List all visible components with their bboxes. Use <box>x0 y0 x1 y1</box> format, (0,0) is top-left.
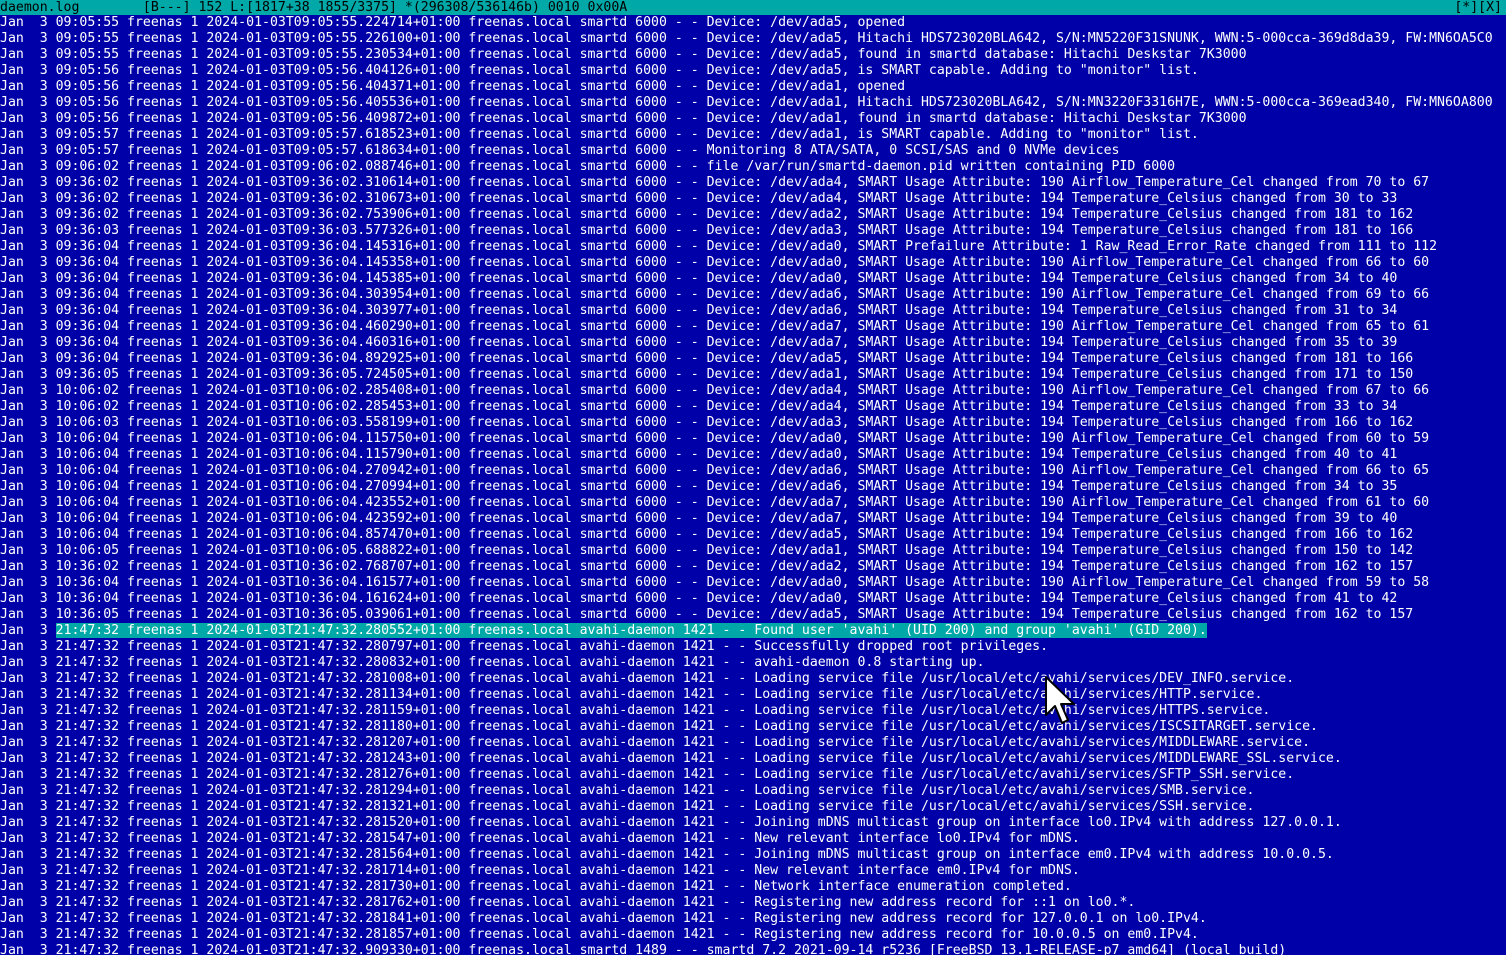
log-line[interactable]: Jan 3 10:36:05 freenas 1 2024-01-03T10:3… <box>0 607 1506 623</box>
log-line[interactable]: Jan 3 09:36:04 freenas 1 2024-01-03T09:3… <box>0 255 1506 271</box>
editor-status-bar: daemon.log [B---] 152 L:[1817+38 1855/33… <box>0 0 1506 15</box>
log-line[interactable]: Jan 3 09:06:02 freenas 1 2024-01-03T09:0… <box>0 159 1506 175</box>
log-line[interactable]: Jan 3 21:47:32 freenas 1 2024-01-03T21:4… <box>0 831 1506 847</box>
log-line[interactable]: Jan 3 09:36:02 freenas 1 2024-01-03T09:3… <box>0 175 1506 191</box>
selection-highlight: 21:47:32 freenas 1 2024-01-03T21:47:32.2… <box>55 623 1207 638</box>
log-line[interactable]: Jan 3 09:36:04 freenas 1 2024-01-03T09:3… <box>0 335 1506 351</box>
log-line[interactable]: Jan 3 10:36:02 freenas 1 2024-01-03T10:3… <box>0 559 1506 575</box>
log-line[interactable]: Jan 3 09:05:57 freenas 1 2024-01-03T09:0… <box>0 127 1506 143</box>
log-line[interactable]: Jan 3 10:06:02 freenas 1 2024-01-03T10:0… <box>0 383 1506 399</box>
log-line[interactable]: Jan 3 09:05:55 freenas 1 2024-01-03T09:0… <box>0 31 1506 47</box>
log-line[interactable]: Jan 3 21:47:32 freenas 1 2024-01-03T21:4… <box>0 927 1506 943</box>
log-line[interactable]: Jan 3 10:06:05 freenas 1 2024-01-03T10:0… <box>0 543 1506 559</box>
log-line-prefix: Jan 3 <box>0 623 56 638</box>
file-status-text: daemon.log [B---] 152 L:[1817+38 1855/33… <box>0 0 628 15</box>
log-line[interactable]: Jan 3 21:47:32 freenas 1 2024-01-03T21:4… <box>0 943 1506 955</box>
log-line[interactable]: Jan 3 21:47:32 freenas 1 2024-01-03T21:4… <box>0 703 1506 719</box>
log-line[interactable]: Jan 3 21:47:32 freenas 1 2024-01-03T21:4… <box>0 735 1506 751</box>
log-line[interactable]: Jan 3 10:36:04 freenas 1 2024-01-03T10:3… <box>0 591 1506 607</box>
log-line-selected[interactable]: Jan 3 21:47:32 freenas 1 2024-01-03T21:4… <box>0 623 1506 639</box>
log-line[interactable]: Jan 3 09:36:04 freenas 1 2024-01-03T09:3… <box>0 239 1506 255</box>
log-line[interactable]: Jan 3 21:47:32 freenas 1 2024-01-03T21:4… <box>0 671 1506 687</box>
log-line[interactable]: Jan 3 09:36:04 freenas 1 2024-01-03T09:3… <box>0 287 1506 303</box>
log-line[interactable]: Jan 3 10:06:04 freenas 1 2024-01-03T10:0… <box>0 495 1506 511</box>
log-line[interactable]: Jan 3 10:06:04 freenas 1 2024-01-03T10:0… <box>0 479 1506 495</box>
log-viewer[interactable]: Jan 3 09:05:55 freenas 1 2024-01-03T09:0… <box>0 15 1506 955</box>
log-line[interactable]: Jan 3 09:36:04 freenas 1 2024-01-03T09:3… <box>0 303 1506 319</box>
log-line[interactable]: Jan 3 09:36:02 freenas 1 2024-01-03T09:3… <box>0 191 1506 207</box>
log-line[interactable]: Jan 3 09:05:56 freenas 1 2024-01-03T09:0… <box>0 95 1506 111</box>
log-line[interactable]: Jan 3 10:06:04 freenas 1 2024-01-03T10:0… <box>0 431 1506 447</box>
log-line[interactable]: Jan 3 10:06:04 freenas 1 2024-01-03T10:0… <box>0 527 1506 543</box>
log-line[interactable]: Jan 3 09:05:56 freenas 1 2024-01-03T09:0… <box>0 63 1506 79</box>
log-line[interactable]: Jan 3 10:06:04 freenas 1 2024-01-03T10:0… <box>0 447 1506 463</box>
log-line[interactable]: Jan 3 21:47:32 freenas 1 2024-01-03T21:4… <box>0 847 1506 863</box>
log-line[interactable]: Jan 3 09:05:55 freenas 1 2024-01-03T09:0… <box>0 47 1506 63</box>
log-line[interactable]: Jan 3 21:47:32 freenas 1 2024-01-03T21:4… <box>0 687 1506 703</box>
log-line[interactable]: Jan 3 09:05:55 freenas 1 2024-01-03T09:0… <box>0 15 1506 31</box>
log-line[interactable]: Jan 3 09:05:56 freenas 1 2024-01-03T09:0… <box>0 79 1506 95</box>
log-line[interactable]: Jan 3 21:47:32 freenas 1 2024-01-03T21:4… <box>0 815 1506 831</box>
log-line[interactable]: Jan 3 21:47:32 freenas 1 2024-01-03T21:4… <box>0 767 1506 783</box>
log-line[interactable]: Jan 3 10:36:04 freenas 1 2024-01-03T10:3… <box>0 575 1506 591</box>
log-line[interactable]: Jan 3 09:36:03 freenas 1 2024-01-03T09:3… <box>0 223 1506 239</box>
log-line[interactable]: Jan 3 21:47:32 freenas 1 2024-01-03T21:4… <box>0 639 1506 655</box>
log-line[interactable]: Jan 3 09:36:04 freenas 1 2024-01-03T09:3… <box>0 351 1506 367</box>
log-line[interactable]: Jan 3 21:47:32 freenas 1 2024-01-03T21:4… <box>0 655 1506 671</box>
log-line[interactable]: Jan 3 09:05:57 freenas 1 2024-01-03T09:0… <box>0 143 1506 159</box>
log-line[interactable]: Jan 3 10:06:02 freenas 1 2024-01-03T10:0… <box>0 399 1506 415</box>
log-line[interactable]: Jan 3 10:06:04 freenas 1 2024-01-03T10:0… <box>0 463 1506 479</box>
log-line[interactable]: Jan 3 09:05:56 freenas 1 2024-01-03T09:0… <box>0 111 1506 127</box>
log-line[interactable]: Jan 3 10:06:04 freenas 1 2024-01-03T10:0… <box>0 511 1506 527</box>
log-line[interactable]: Jan 3 21:47:32 freenas 1 2024-01-03T21:4… <box>0 719 1506 735</box>
log-line[interactable]: Jan 3 21:47:32 freenas 1 2024-01-03T21:4… <box>0 751 1506 767</box>
window-controls[interactable]: [*][X] <box>1454 0 1502 15</box>
log-line[interactable]: Jan 3 21:47:32 freenas 1 2024-01-03T21:4… <box>0 799 1506 815</box>
log-line[interactable]: Jan 3 21:47:32 freenas 1 2024-01-03T21:4… <box>0 863 1506 879</box>
log-line[interactable]: Jan 3 21:47:32 freenas 1 2024-01-03T21:4… <box>0 879 1506 895</box>
log-line[interactable]: Jan 3 21:47:32 freenas 1 2024-01-03T21:4… <box>0 911 1506 927</box>
log-line[interactable]: Jan 3 09:36:05 freenas 1 2024-01-03T09:3… <box>0 367 1506 383</box>
log-line[interactable]: Jan 3 09:36:04 freenas 1 2024-01-03T09:3… <box>0 319 1506 335</box>
log-line[interactable]: Jan 3 09:36:02 freenas 1 2024-01-03T09:3… <box>0 207 1506 223</box>
log-line[interactable]: Jan 3 10:06:03 freenas 1 2024-01-03T10:0… <box>0 415 1506 431</box>
log-line[interactable]: Jan 3 09:36:04 freenas 1 2024-01-03T09:3… <box>0 271 1506 287</box>
log-line[interactable]: Jan 3 21:47:32 freenas 1 2024-01-03T21:4… <box>0 895 1506 911</box>
log-line[interactable]: Jan 3 21:47:32 freenas 1 2024-01-03T21:4… <box>0 783 1506 799</box>
